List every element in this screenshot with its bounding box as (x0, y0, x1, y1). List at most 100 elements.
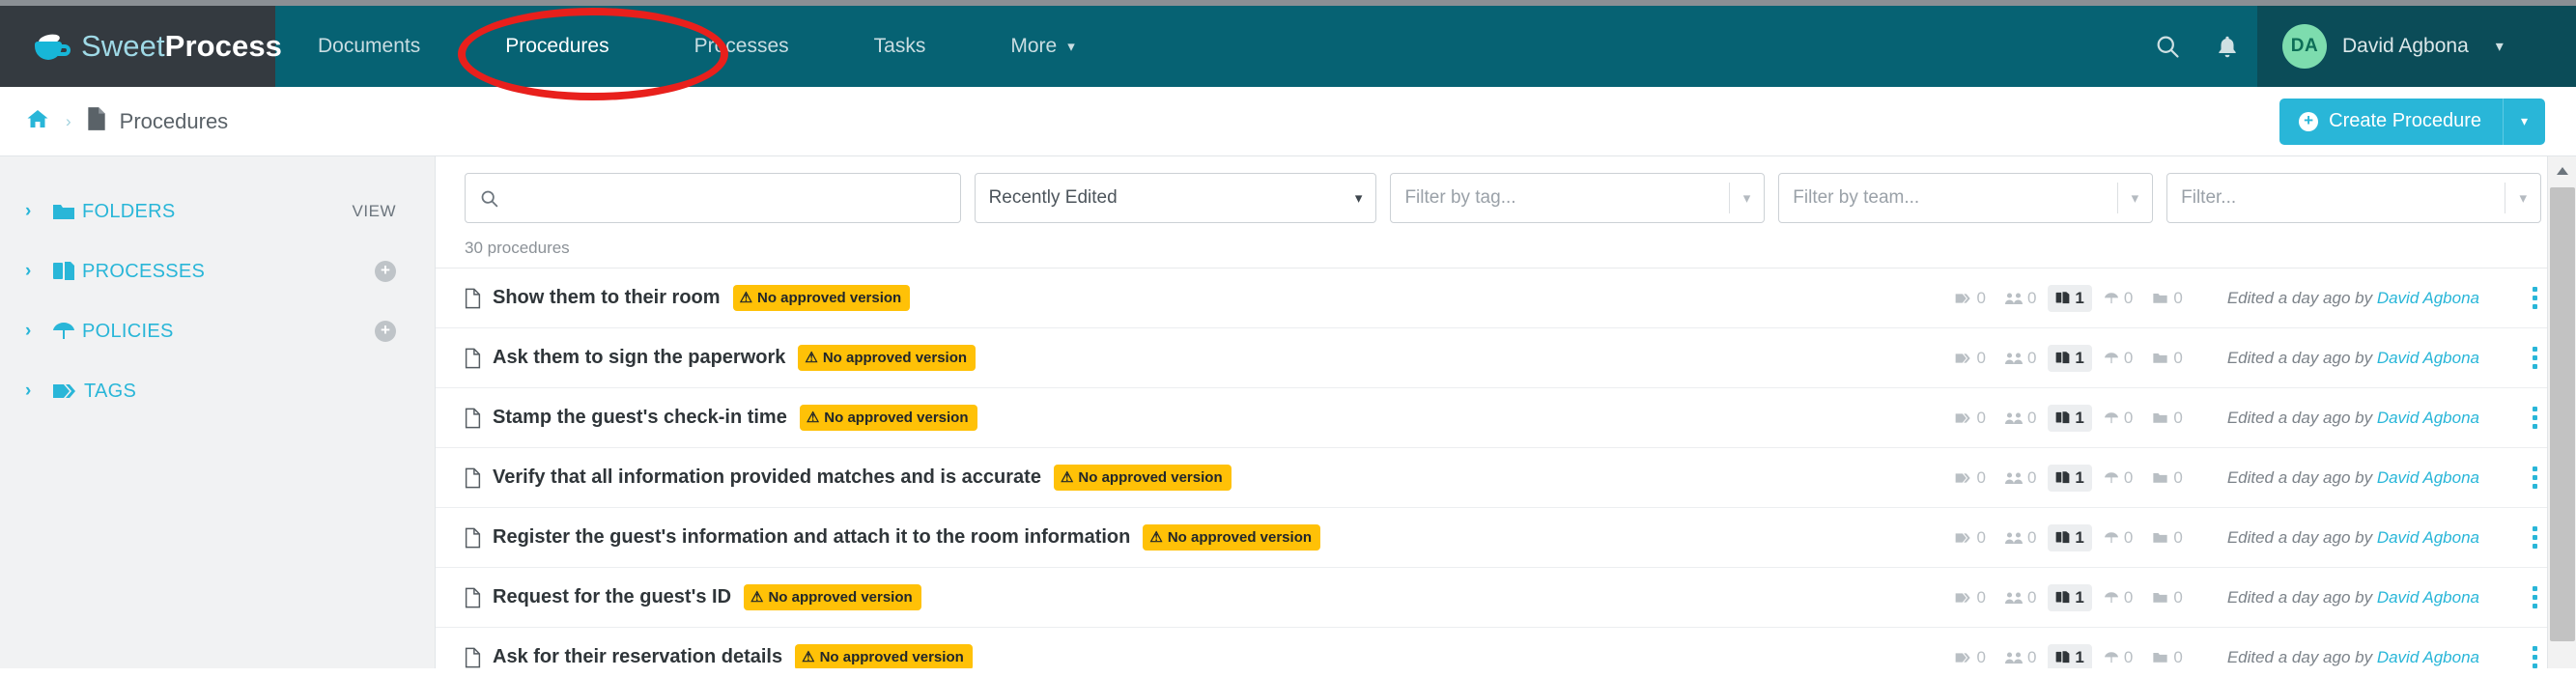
sidebar-item-policies[interactable]: › POLICIES + (0, 301, 435, 361)
sidebar-item-folders[interactable]: › FOLDERS VIEW (0, 182, 435, 241)
table-row[interactable]: Ask them to sign the paperwork ⚠ No approv… (436, 327, 2576, 387)
scroll-up-arrow[interactable] (2548, 156, 2576, 185)
home-icon[interactable] (25, 107, 50, 135)
stat-policy-icon: 0 (2096, 524, 2140, 551)
row-actions-menu[interactable] (2522, 347, 2547, 369)
stat-value: 0 (2123, 467, 2134, 487)
edited-author-link[interactable]: David Agbona (2377, 349, 2479, 367)
stat-team-icon: 0 (1997, 405, 2044, 432)
procedure-title[interactable]: Register the guest's information and att… (493, 526, 1130, 549)
process-icon (2055, 530, 2070, 545)
stat-tag-icon: 0 (1947, 644, 1993, 669)
nav-item-tasks[interactable]: Tasks (832, 6, 969, 87)
stat-value: 0 (2026, 647, 2037, 666)
edited-author-link[interactable]: David Agbona (2377, 289, 2479, 307)
create-procedure-dropdown-toggle[interactable]: ▾ (2503, 98, 2545, 145)
nav-item-processes[interactable]: Processes (652, 6, 832, 87)
policy-icon (2104, 531, 2119, 545)
bell-icon[interactable] (2197, 6, 2257, 87)
stat-folder-icon: 0 (2144, 644, 2190, 669)
stat-value: 0 (2123, 647, 2134, 666)
coffee-cup-icon (33, 30, 71, 63)
stat-value: 0 (2026, 408, 2037, 427)
nav-item-procedures[interactable]: Procedures (463, 6, 651, 87)
table-row[interactable]: Stamp the guest's check-in time ⚠ No appro… (436, 387, 2576, 447)
stat-team-icon: 0 (1997, 644, 2044, 669)
stat-value: 0 (1976, 647, 1986, 666)
search-icon[interactable] (2137, 6, 2197, 87)
nav-item-documents[interactable]: Documents (275, 6, 463, 87)
create-procedure-button[interactable]: + Create Procedure (2279, 99, 2503, 145)
folder-icon (2152, 352, 2168, 364)
stat-process-icon: 1 (2048, 464, 2092, 492)
stat-policy-icon: 0 (2096, 285, 2140, 312)
breadcrumb: › Procedures (25, 106, 228, 136)
sidebar-view-link[interactable]: VIEW (353, 202, 396, 221)
procedure-title[interactable]: Stamp the guest's check-in time (493, 407, 787, 429)
other-filter-select[interactable]: Filter... ▾ (2166, 173, 2541, 223)
stat-value: 0 (2026, 587, 2037, 607)
stat-value: 0 (2026, 467, 2037, 487)
edited-author-link[interactable]: David Agbona (2377, 528, 2479, 547)
user-menu[interactable]: DA David Agbona ▾ (2257, 6, 2576, 87)
add-process-button[interactable]: + (375, 261, 396, 282)
row-actions-menu[interactable] (2522, 466, 2547, 489)
tag-filter-select[interactable]: Filter by tag... ▾ (1390, 173, 1766, 223)
edited-author-link[interactable]: David Agbona (2377, 409, 2479, 427)
procedure-title[interactable]: Verify that all information provided mat… (493, 466, 1041, 489)
brand-logo[interactable]: SweetProcess (0, 6, 282, 87)
edited-author-link[interactable]: David Agbona (2377, 588, 2479, 607)
stat-value: 0 (1976, 467, 1986, 487)
chevron-right-icon: › (25, 261, 32, 281)
stat-policy-icon: 0 (2096, 465, 2140, 492)
edited-prefix: Edited a day ago by (2226, 647, 2377, 666)
procedure-title[interactable]: Request for the guest's ID (493, 586, 731, 608)
table-row[interactable]: Ask for their reservation details ⚠ No app… (436, 627, 2576, 668)
row-actions-menu[interactable] (2522, 287, 2547, 309)
stat-value: 0 (2173, 348, 2183, 367)
procedure-title[interactable]: Ask them to sign the paperwork (493, 347, 785, 369)
sidebar-item-processes[interactable]: › PROCESSES + (0, 241, 435, 301)
vertical-scrollbar[interactable] (2547, 156, 2576, 668)
scrollbar-thumb[interactable] (2550, 187, 2575, 641)
row-actions-menu[interactable] (2522, 407, 2547, 429)
stat-value: 0 (2123, 288, 2134, 307)
sidebar-item-tags[interactable]: › TAGS (0, 361, 435, 421)
folder-icon (2152, 411, 2168, 424)
search-input[interactable] (465, 173, 961, 223)
chevron-right-icon: › (25, 381, 32, 401)
row-actions-menu[interactable] (2522, 526, 2547, 549)
tag-icon (1955, 292, 1971, 305)
table-row[interactable]: Request for the guest's ID ⚠ No approved v… (436, 567, 2576, 627)
add-policy-button[interactable]: + (375, 321, 396, 342)
sort-select[interactable]: Recently Edited ▾ (974, 173, 1377, 223)
status-badge-label: No approved version (822, 350, 968, 366)
team-icon (2004, 591, 2023, 605)
row-actions-menu[interactable] (2522, 586, 2547, 608)
stat-value: 0 (2173, 587, 2183, 607)
procedure-title[interactable]: Ask for their reservation details (493, 646, 782, 668)
stat-value: 1 (2075, 288, 2084, 307)
edited-author-link[interactable]: David Agbona (2377, 468, 2479, 487)
nav-item-more[interactable]: More ▾ (968, 6, 1117, 87)
table-row[interactable]: Register the guest's information and att… (436, 507, 2576, 567)
edited-author-link[interactable]: David Agbona (2377, 648, 2479, 666)
table-row[interactable]: Show them to their room ⚠ No approved vers… (436, 268, 2576, 327)
team-filter-select[interactable]: Filter by team... ▾ (1778, 173, 2154, 223)
status-badge: ⚠ No approved version (744, 584, 921, 610)
stat-value: 1 (2075, 467, 2084, 487)
warning-icon: ⚠ (806, 410, 820, 426)
left-sidebar: › FOLDERS VIEW › PROCESSES + › POLICIES … (0, 156, 435, 668)
procedure-title[interactable]: Show them to their room (493, 287, 721, 309)
warning-icon: ⚠ (1060, 469, 1074, 486)
table-row[interactable]: Verify that all information provided mat… (436, 447, 2576, 507)
stat-value: 0 (2173, 288, 2183, 307)
edited-prefix: Edited a day ago by (2226, 467, 2377, 487)
stat-process-icon: 1 (2048, 404, 2092, 432)
edited-info: Edited a day ago by David Agbona (2227, 648, 2479, 667)
nav-label-tasks: Tasks (873, 35, 926, 57)
row-actions-menu[interactable] (2522, 646, 2547, 668)
document-icon (465, 587, 481, 608)
team-icon (2004, 292, 2023, 305)
folder-icon (2152, 471, 2168, 484)
